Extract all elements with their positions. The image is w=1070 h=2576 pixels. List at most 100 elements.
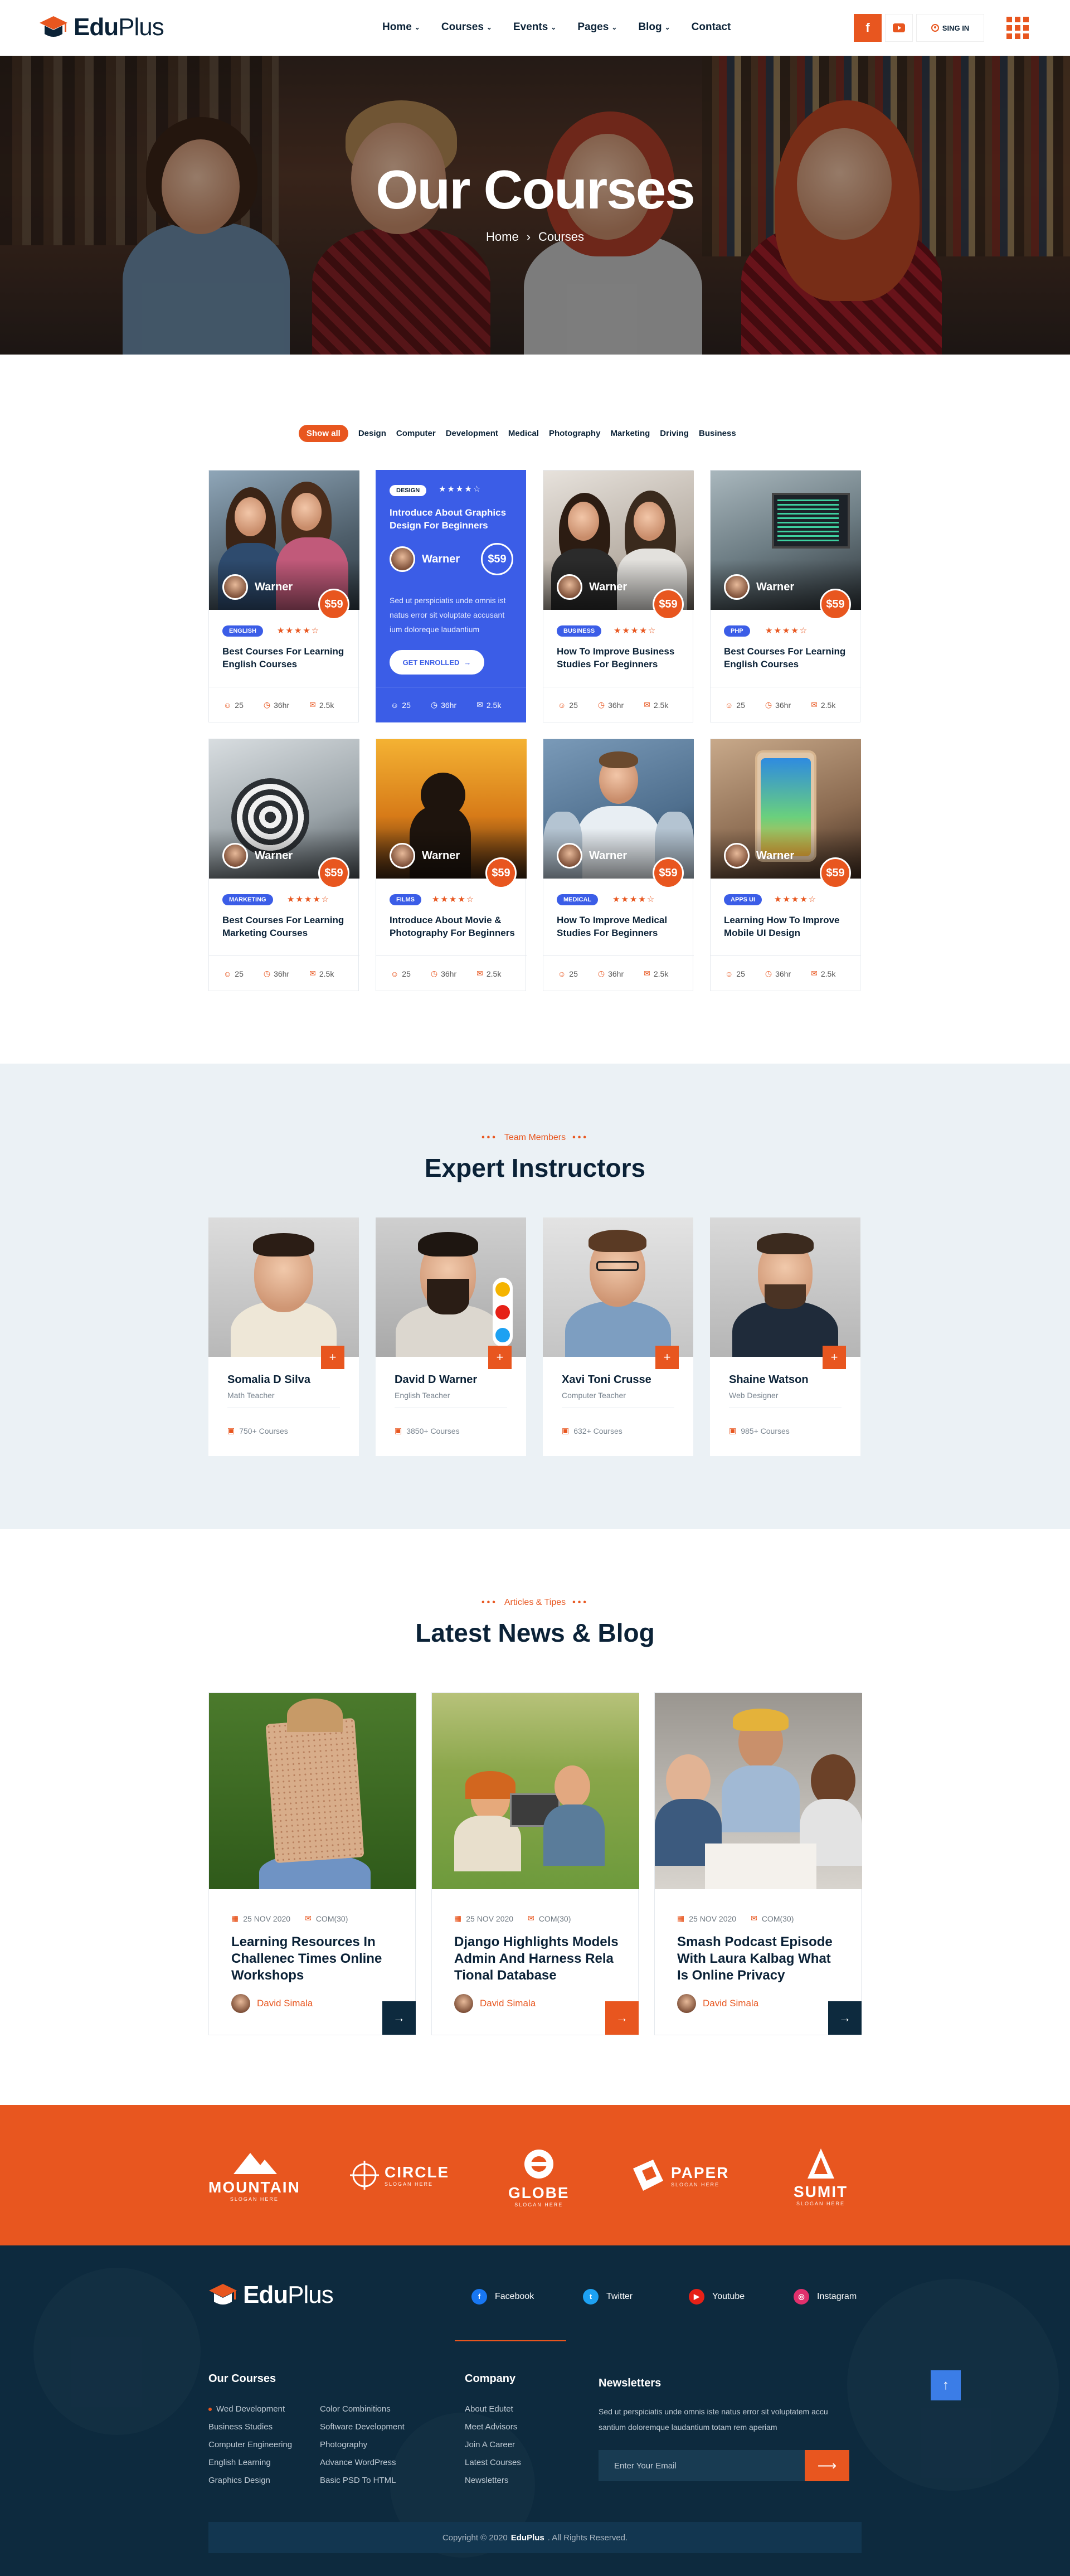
read-more-button[interactable]: → — [605, 2001, 639, 2035]
footer-link[interactable]: Basic PSD To HTML — [320, 2472, 405, 2490]
instructor-card[interactable]: + Somalia D Silva Math Teacher ▣ 750+ Cou… — [208, 1217, 359, 1456]
footer-link[interactable]: Graphics Design — [208, 2472, 292, 2490]
nav-pages[interactable]: Pages ⌄ — [577, 21, 617, 33]
partner-logo-sumit[interactable]: SUMIT SLOGAN HERE — [794, 2147, 848, 2206]
subscribe-button[interactable]: ⟶ — [805, 2450, 849, 2481]
filter-marketing[interactable]: Marketing — [610, 425, 650, 442]
instructor-card[interactable]: + Xavi Toni Crusse Computer Teacher ▣ 632… — [543, 1217, 693, 1456]
plus-icon[interactable]: + — [823, 1346, 846, 1369]
footer-link[interactable]: Color Combinitions — [320, 2400, 405, 2418]
course-tag[interactable]: PHP — [724, 625, 750, 637]
course-title[interactable]: How To Improve Business Studies For Begi… — [557, 645, 685, 671]
course-title[interactable]: Best Courses For Learning English Course… — [222, 645, 351, 671]
filter-show-all[interactable]: Show all — [299, 425, 348, 442]
course-title[interactable]: Best Courses For Learning English Course… — [724, 645, 852, 671]
partner-logo-paper[interactable]: PAPER SLOGAN HERE — [631, 2158, 729, 2193]
footer-link[interactable]: Advance WordPress — [320, 2454, 405, 2472]
footer-link[interactable]: Meet Advisors — [465, 2418, 521, 2436]
apps-grid-icon[interactable] — [1006, 17, 1029, 39]
footer-link[interactable]: Latest Courses — [465, 2454, 521, 2472]
course-title[interactable]: Best Courses For Learning Marketing Cour… — [222, 914, 351, 939]
course-tag[interactable]: DESIGN — [390, 485, 427, 496]
nav-events[interactable]: Events ⌄ — [513, 21, 556, 33]
instructor-name[interactable]: David D Warner — [395, 1374, 477, 1386]
read-more-button[interactable]: → — [828, 2001, 862, 2035]
filter-development[interactable]: Development — [446, 425, 498, 442]
course-card[interactable]: Warner $59 ENGLISH ★★★★☆ Best Courses Fo… — [208, 470, 359, 722]
copyright-brand[interactable]: EduPlus — [511, 2533, 544, 2543]
course-tag[interactable]: MARKETING — [222, 894, 273, 905]
instructor-name[interactable]: Somalia D Silva — [227, 1374, 310, 1386]
instructor-card[interactable]: + David D Warner English Teacher ▣ 3850+ … — [376, 1217, 526, 1456]
blog-card[interactable]: ▦ 25 NOV 2020 ✉ COM(30) Learning Resources… — [208, 1692, 416, 2035]
footer-social-twitter[interactable]: t Twitter — [583, 2289, 633, 2305]
twitter-icon[interactable] — [495, 1282, 510, 1297]
footer-link[interactable]: Photography — [320, 2436, 405, 2454]
nav-contact[interactable]: Contact — [692, 21, 731, 33]
blog-post-title[interactable]: Smash Podcast Episode With Laura Kalbag … — [677, 1934, 844, 1984]
plus-icon[interactable]: + — [655, 1346, 679, 1369]
course-tag[interactable]: ENGLISH — [222, 625, 263, 637]
partner-logo-circle[interactable]: CIRCLE SLOGAN HERE — [349, 2160, 449, 2191]
filter-business[interactable]: Business — [699, 425, 736, 442]
logo[interactable]: EduPlus — [39, 13, 164, 41]
blog-post-title[interactable]: Django Highlights Models Admin And Harne… — [454, 1934, 621, 1984]
footer-link[interactable]: Newsletters — [465, 2472, 521, 2490]
avatar — [557, 574, 582, 600]
course-card[interactable]: Warner $59 PHP ★★★★☆ Best Courses For Le… — [710, 470, 861, 722]
breadcrumb-home[interactable]: Home — [486, 230, 519, 244]
course-card[interactable]: Warner $59 MARKETING ★★★★☆ Best Courses … — [208, 739, 359, 991]
course-card-featured[interactable]: DESIGN ★★★★☆ Introduce About Graphics De… — [376, 470, 527, 722]
footer-link[interactable]: Computer Engineering — [208, 2436, 292, 2454]
filter-computer[interactable]: Computer — [396, 425, 436, 442]
course-tag[interactable]: FILMS — [390, 894, 421, 905]
course-card[interactable]: Warner $59 APPS UI ★★★★☆ Learning How To… — [710, 739, 861, 991]
filter-photography[interactable]: Photography — [549, 425, 601, 442]
footer-link[interactable]: Software Development — [320, 2418, 405, 2436]
facebook-icon[interactable] — [495, 1328, 510, 1343]
plus-icon[interactable]: + — [488, 1346, 512, 1369]
footer-social-youtube[interactable]: ▶ Youtube — [689, 2289, 745, 2305]
sign-in-button[interactable]: SING IN — [916, 14, 984, 42]
footer-link[interactable]: About Edutet — [465, 2400, 521, 2418]
instructor-name[interactable]: Xavi Toni Crusse — [562, 1374, 651, 1386]
footer-social-facebook[interactable]: f Facebook — [471, 2289, 534, 2305]
blog-card[interactable]: ▦ 25 NOV 2020 ✉ COM(30) Django Highlights … — [431, 1692, 639, 2035]
instructor-card[interactable]: + Shaine Watson Web Designer ▣ 985+ Cours… — [710, 1217, 860, 1456]
filter-design[interactable]: Design — [358, 425, 386, 442]
plus-icon[interactable]: + — [321, 1346, 344, 1369]
course-card[interactable]: Warner $59 BUSINESS ★★★★☆ How To Improve… — [543, 470, 694, 722]
instructor-name[interactable]: Shaine Watson — [729, 1374, 809, 1386]
course-tag[interactable]: APPS UI — [724, 894, 762, 905]
email-field[interactable]: Enter Your Email — [599, 2450, 806, 2481]
course-tag[interactable]: MEDICAL — [557, 894, 599, 905]
footer-logo[interactable]: EduPlus — [208, 2281, 334, 2309]
footer-link[interactable]: Wed Development — [208, 2400, 292, 2418]
filter-driving[interactable]: Driving — [660, 425, 689, 442]
footer-link[interactable]: Business Studies — [208, 2418, 292, 2436]
course-title[interactable]: Introduce About Movie & Photography For … — [390, 914, 518, 939]
course-card[interactable]: Warner $59 MEDICAL ★★★★☆ How To Improve … — [543, 739, 694, 991]
course-title[interactable]: How To Improve Medical Studies For Begin… — [557, 914, 685, 939]
footer-social-instagram[interactable]: ◎ Instagram — [794, 2289, 857, 2305]
course-title[interactable]: Introduce About Graphics Design For Begi… — [390, 506, 512, 532]
facebook-button[interactable]: f — [854, 14, 882, 42]
course-title[interactable]: Learning How To Improve Mobile UI Design — [724, 914, 852, 939]
partner-logo-mountain[interactable]: MOUNTAIN SLOGAN HERE — [208, 2150, 300, 2202]
get-enrolled-button[interactable]: GET ENROLLED → — [390, 650, 484, 675]
footer-link[interactable]: Join A Career — [465, 2436, 521, 2454]
footer-link[interactable]: English Learning — [208, 2454, 292, 2472]
nav-courses[interactable]: Courses ⌄ — [441, 21, 492, 33]
read-more-button[interactable]: → — [382, 2001, 416, 2035]
partner-logo-globe[interactable]: GLOBE SLOGAN HERE — [508, 2147, 570, 2208]
nav-blog[interactable]: Blog ⌄ — [638, 21, 670, 33]
filter-medical[interactable]: Medical — [508, 425, 539, 442]
course-tag[interactable]: BUSINESS — [557, 625, 602, 637]
blog-card[interactable]: ▦ 25 NOV 2020 ✉ COM(30) Smash Podcast Epis… — [654, 1692, 862, 2035]
scroll-to-top-button[interactable]: ↑ — [931, 2370, 961, 2400]
course-card[interactable]: Warner $59 FILMS ★★★★☆ Introduce About M… — [376, 739, 527, 991]
youtube-button[interactable] — [885, 14, 913, 42]
nav-home[interactable]: Home ⌄ — [382, 21, 420, 33]
youtube-icon[interactable] — [495, 1304, 510, 1319]
blog-post-title[interactable]: Learning Resources In Challenec Times On… — [231, 1934, 398, 1984]
